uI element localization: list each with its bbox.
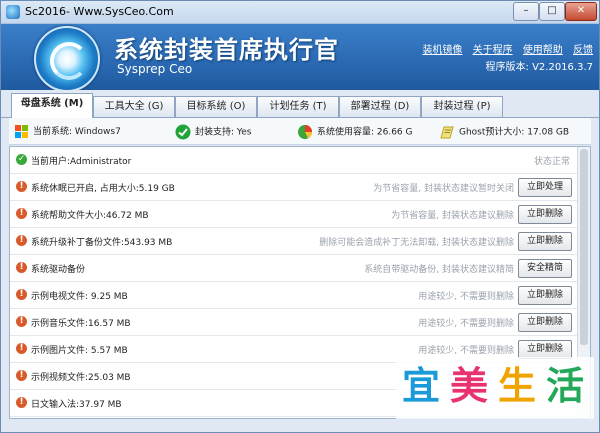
item-label: 示例图片文件: 5.57 MB — [31, 346, 128, 356]
app-window: Sc2016- Www.SysCeo.Com – □ ✕ 系统封装首席执行官 S… — [0, 0, 600, 433]
window-title: Sc2016- Www.SysCeo.Com — [25, 5, 174, 18]
list-item: ! 系统帮助文件大小:46.72 MB 为节省容量, 封装状态建议删除 立即删除 — [10, 201, 578, 228]
list-item: ! 系统升级补丁备份文件:543.93 MB 删除可能会造成补丁无法卸载, 封装状态… — [10, 228, 578, 255]
list-item: ! 系统休眠已开启, 占用大小:5.19 GB 为节省容量, 封装状态建议暂时关闭立… — [10, 174, 578, 201]
tab-source-system[interactable]: 母盘系统 (M) — [11, 93, 93, 118]
check-circle-icon — [175, 124, 191, 140]
item-label: 当前用户:Administrator — [31, 157, 132, 167]
status-warning-icon: ! — [16, 289, 27, 300]
item-note: 用途较少, 不需要则删除 — [418, 319, 514, 329]
item-label: 系统升级补丁备份文件:543.93 MB — [31, 238, 173, 248]
header-banner: 系统封装首席执行官 Sysprep Ceo 装机镜像 关于程序 使用帮助 反馈 … — [1, 24, 599, 92]
item-label: 系统帮助文件大小:46.72 MB — [31, 211, 149, 221]
tab-target-system[interactable]: 目标系统 (O) — [175, 96, 257, 117]
windows-logo-icon — [15, 124, 28, 138]
current-system-text: 当前系统: Windows7 — [33, 127, 121, 137]
list-item: ! 示例音乐文件:16.57 MB 用途较少, 不需要则删除 立即删除 — [10, 309, 578, 336]
item-note: 删除可能会造成补丁无法卸载, 封装状态建议删除 — [319, 238, 514, 248]
title-bar[interactable]: Sc2016- Www.SysCeo.Com – □ ✕ — [1, 1, 599, 24]
version-label: 程序版本: V2.2016.3.7 — [485, 62, 593, 73]
item-label: 示例电视文件: 9.25 MB — [31, 292, 128, 302]
close-icon: ✕ — [576, 5, 586, 16]
app-subtitle: Sysprep Ceo — [117, 62, 193, 76]
list-item: ! 示例电视文件: 9.25 MB 用途较少, 不需要则删除 立即删除 — [10, 282, 578, 309]
item-label: 示例音乐文件:16.57 MB — [31, 319, 131, 329]
status-warning-icon: ! — [16, 235, 27, 246]
app-title: 系统封装首席执行官 — [114, 36, 339, 64]
system-summary: 当前系统: Windows7 封装支持: Yes 系统使用容量: 26.66 G… — [9, 118, 591, 145]
system-used-text: 系统使用容量: 26.66 G — [317, 127, 413, 138]
summary-system-used: 系统使用容量: 26.66 G — [297, 124, 413, 140]
top-links: 装机镜像 关于程序 使用帮助 反馈 — [415, 41, 593, 56]
item-action-button[interactable]: 立即删除 — [518, 232, 572, 251]
tab-scheduled-tasks[interactable]: 计划任务 (T) — [257, 96, 339, 117]
scrollbar-thumb[interactable] — [580, 149, 588, 345]
summary-current-system: 当前系统: Windows7 — [15, 124, 121, 139]
watermark-char: 活 — [545, 364, 584, 408]
minimize-button[interactable]: – — [513, 2, 539, 21]
tab-pack-process[interactable]: 封装过程 (P) — [421, 96, 503, 117]
status-warning-icon: ! — [16, 370, 27, 381]
watermark-char: 生 — [497, 364, 536, 408]
minimize-icon: – — [523, 5, 529, 16]
tab-strip: 母盘系统 (M) 工具大全 (G) 目标系统 (O) 计划任务 (T) 部署过程… — [1, 90, 599, 118]
item-action-button[interactable]: 安全精简 — [518, 259, 572, 278]
list-item: ✓ 当前用户:Administrator 状态正常 — [10, 147, 578, 174]
link-about[interactable]: 关于程序 — [473, 45, 513, 56]
status-warning-icon: ! — [16, 208, 27, 219]
status-warning-icon: ! — [16, 262, 27, 273]
tab-tools[interactable]: 工具大全 (G) — [93, 96, 175, 117]
item-note: 为节省容量, 封装状态建议暂时关闭 — [373, 184, 514, 194]
item-note: 用途较少, 不需要则删除 — [418, 346, 514, 356]
app-icon — [6, 5, 20, 19]
link-help[interactable]: 使用帮助 — [523, 45, 563, 56]
status-warning-icon: ! — [16, 181, 27, 192]
ghost-estimate-text: Ghost预计大小: 17.08 GB — [459, 127, 570, 138]
status-warning-icon: ! — [16, 397, 27, 408]
status-warning-icon: ! — [16, 343, 27, 354]
item-action-button[interactable]: 立即处理 — [518, 178, 572, 197]
item-note: 为节省容量, 封装状态建议删除 — [391, 211, 514, 221]
close-button[interactable]: ✕ — [565, 2, 597, 21]
maximize-button[interactable]: □ — [539, 2, 565, 21]
item-label: 日文输入法:37.97 MB — [31, 400, 122, 410]
watermark-char: 美 — [449, 364, 488, 408]
tab-deploy-process[interactable]: 部署过程 (D) — [339, 96, 421, 117]
item-action-button[interactable]: 立即删除 — [518, 286, 572, 305]
item-label: 示例视频文件:25.03 MB — [31, 373, 131, 383]
item-note: 用途较少, 不需要则删除 — [418, 292, 514, 302]
item-action-button[interactable]: 立即删除 — [518, 313, 572, 332]
maximize-icon: □ — [547, 5, 557, 16]
item-action-button[interactable]: 立即删除 — [518, 205, 572, 224]
list-item: ! 系统驱动备份 系统自带驱动备份, 封装状态建议精简 安全精简 — [10, 255, 578, 282]
item-label: 系统休眠已开启, 占用大小:5.19 GB — [31, 184, 175, 194]
item-note: 状态正常 — [533, 157, 570, 167]
app-logo — [34, 26, 100, 92]
status-ok-icon: ✓ — [16, 154, 27, 165]
status-warning-icon: ! — [16, 316, 27, 327]
pack-support-text: 封装支持: Yes — [195, 127, 252, 138]
ghost-icon — [440, 126, 454, 139]
summary-ghost-estimate: Ghost预计大小: 17.08 GB — [439, 124, 569, 140]
link-feedback[interactable]: 反馈 — [573, 45, 593, 56]
watermark-logo: 宜 美 生 活 — [396, 357, 594, 419]
link-install-image[interactable]: 装机镜像 — [422, 45, 462, 56]
item-label: 系统驱动备份 — [31, 265, 86, 275]
pie-chart-icon — [298, 125, 312, 139]
summary-pack-support: 封装支持: Yes — [175, 124, 251, 140]
item-note: 系统自带驱动备份, 封装状态建议精简 — [364, 265, 514, 275]
watermark-char: 宜 — [401, 364, 440, 408]
